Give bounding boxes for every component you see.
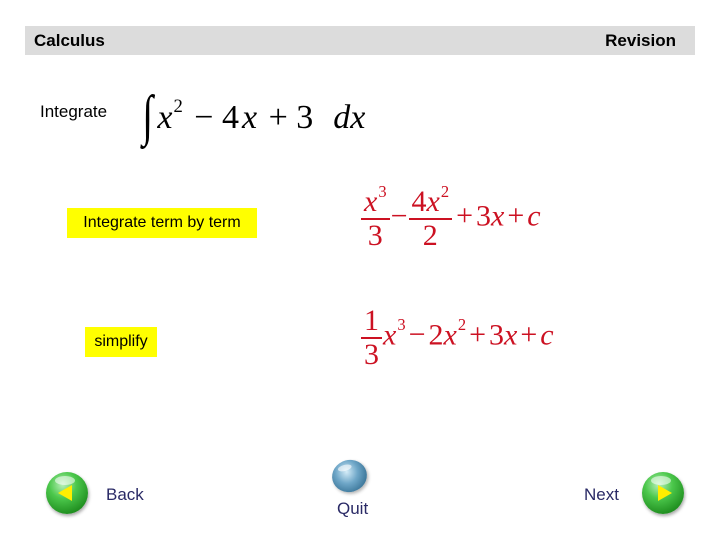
step2-t3-coef: 3 bbox=[489, 318, 504, 352]
header-title-calculus: Calculus bbox=[34, 31, 105, 50]
step2-constant: c bbox=[540, 318, 554, 352]
step1-frac2-coef: 4 bbox=[411, 185, 427, 218]
step1-plus-1: + bbox=[456, 199, 473, 233]
integral-sign: ∫ bbox=[142, 85, 154, 147]
step1-term3-var: x bbox=[491, 199, 505, 233]
step1-result: x3 3 − 4x2 2 +3x + c bbox=[360, 183, 541, 252]
step1-frac1-den: 3 bbox=[367, 218, 383, 252]
step1-term3-coef: 3 bbox=[476, 199, 491, 233]
back-button[interactable] bbox=[46, 472, 88, 514]
step1-constant: c bbox=[527, 199, 541, 233]
next-button[interactable] bbox=[642, 472, 684, 514]
problem-minus-four: − 4 bbox=[194, 99, 239, 136]
step-label-simplify: simplify bbox=[85, 327, 157, 357]
step2-frac-den: 3 bbox=[364, 337, 379, 371]
quit-button[interactable] bbox=[328, 456, 371, 496]
problem-plus-three: + 3 bbox=[268, 99, 314, 136]
integrate-label: Integrate bbox=[40, 102, 108, 121]
step1-plus-2: + bbox=[507, 199, 525, 233]
step2-t3-var: x bbox=[504, 318, 518, 352]
right-arrow-icon bbox=[658, 485, 672, 501]
header-title-revision: Revision bbox=[605, 31, 676, 50]
step2-plus-2: + bbox=[520, 318, 538, 352]
problem-x2: x bbox=[241, 99, 258, 136]
step2-minus: − bbox=[408, 318, 426, 352]
step1-frac2-pow: 2 bbox=[440, 181, 450, 201]
back-label[interactable]: Back bbox=[106, 485, 144, 505]
header-bar: Calculus Revision bbox=[25, 26, 695, 55]
step2-frac-num: 1 bbox=[364, 304, 379, 337]
step1-frac1-pow: 3 bbox=[378, 181, 387, 201]
problem-dx-var: x bbox=[350, 99, 366, 136]
step1-frac1-var: x bbox=[364, 185, 378, 218]
step-label-integrate-term-by-term: Integrate term by term bbox=[67, 208, 257, 238]
problem-integral: ∫ x2 − 4x + 3 dx bbox=[140, 82, 366, 144]
step2-t1-var: x bbox=[383, 318, 397, 352]
step1-fraction-2: 4x2 2 bbox=[408, 183, 453, 252]
problem-power: 2 bbox=[173, 96, 183, 118]
step1-fraction-1: x3 3 bbox=[361, 183, 390, 252]
problem-x: x bbox=[157, 99, 173, 136]
step2-t2-pow: 2 bbox=[457, 315, 467, 335]
step2-t2-var: x bbox=[443, 318, 457, 352]
next-label[interactable]: Next bbox=[584, 485, 619, 505]
left-arrow-icon bbox=[58, 485, 72, 501]
step2-fraction: 1 3 bbox=[361, 305, 382, 370]
problem-d: d bbox=[333, 99, 351, 136]
step2-t2-coef: 2 bbox=[428, 318, 444, 352]
step2-result: 1 3 x3−2x2 +3x + c bbox=[360, 305, 554, 370]
step2-t1-pow: 3 bbox=[397, 315, 406, 335]
step1-frac2-den: 2 bbox=[422, 218, 438, 252]
quit-label[interactable]: Quit bbox=[337, 499, 368, 519]
step2-plus-1: + bbox=[469, 318, 486, 352]
step1-frac2-var: x bbox=[426, 185, 440, 218]
step1-minus: − bbox=[390, 199, 408, 233]
